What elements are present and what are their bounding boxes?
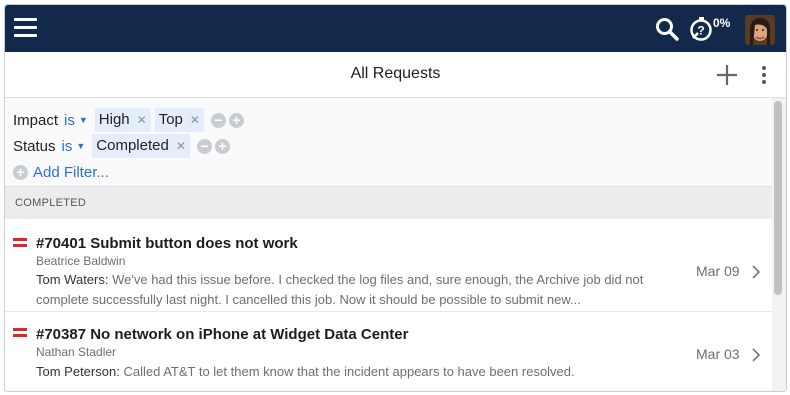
request-title: #70401 Submit button does not work — [36, 235, 298, 252]
top-navigation-bar: ? 0% — [5, 5, 786, 52]
message-author: Tom Waters: — [36, 272, 109, 287]
minus-circle-icon[interactable]: − — [196, 138, 212, 154]
filter-chip-label: Top — [158, 111, 183, 128]
list-item[interactable]: #70387 No network on iPhone at Widget Da… — [5, 312, 772, 391]
request-message: Tom Peterson: Called AT&T to let them kn… — [36, 362, 676, 382]
list-item[interactable]: #70401 Submit button does not work Beatr… — [5, 219, 772, 312]
filter-row-status: Status is ▼ Completed ✕ − + — [13, 134, 230, 158]
app-window: ? 0% All Requests Impact is ▼ High ✕ Top… — [4, 4, 787, 392]
filter-field: Impact — [13, 111, 59, 129]
request-date: Mar 03 — [696, 346, 740, 362]
request-list-panel: Impact is ▼ High ✕ Top ✕ − + Status is ▼ — [5, 98, 772, 391]
remove-icon[interactable]: ✕ — [176, 137, 186, 155]
priority-icon — [13, 238, 27, 248]
message-text: We've had this issue before. I checked t… — [36, 272, 644, 307]
request-message: Tom Waters: We've had this issue before.… — [36, 270, 676, 310]
page-header: All Requests — [5, 52, 786, 98]
timer-percent: 0% — [713, 16, 731, 30]
requester-name: Nathan Stadler — [36, 345, 117, 359]
caret-down-icon[interactable]: ▼ — [76, 141, 85, 151]
timer-icon[interactable]: ? — [689, 16, 715, 42]
filter-chip: Top ✕ — [154, 108, 204, 132]
request-title: #70387 No network on iPhone at Widget Da… — [36, 326, 409, 343]
filter-row-impact: Impact is ▼ High ✕ Top ✕ − + — [13, 108, 244, 132]
request-date: Mar 09 — [696, 263, 740, 279]
scrollbar-thumb[interactable] — [774, 101, 782, 295]
filter-chip: Completed ✕ — [92, 134, 190, 158]
filter-panel: Impact is ▼ High ✕ Top ✕ − + Status is ▼ — [5, 98, 772, 186]
filter-field: Status — [13, 137, 56, 155]
avatar[interactable] — [745, 15, 775, 45]
message-text: Called AT&T to let them know that the in… — [123, 364, 575, 379]
plus-icon[interactable] — [715, 63, 739, 87]
section-header: COMPLETED — [5, 186, 772, 220]
remove-icon[interactable]: ✕ — [190, 111, 200, 129]
priority-icon — [13, 328, 27, 338]
remove-icon[interactable]: ✕ — [137, 111, 147, 129]
kebab-icon[interactable] — [757, 64, 771, 86]
svg-text:?: ? — [697, 24, 704, 38]
filter-operator[interactable]: is — [64, 112, 75, 129]
search-icon[interactable] — [655, 17, 679, 41]
filter-chip-label: Completed — [96, 137, 169, 154]
section-label: COMPLETED — [15, 197, 87, 209]
chevron-right-icon — [752, 265, 761, 279]
chevron-right-icon — [752, 348, 761, 362]
filter-chip-label: High — [98, 111, 130, 128]
plus-circle-icon[interactable]: + — [13, 164, 28, 180]
filter-chip: High ✕ — [94, 108, 151, 132]
minus-circle-icon[interactable]: − — [210, 112, 226, 128]
add-filter-link[interactable]: Add Filter... — [33, 164, 109, 181]
add-filter-row[interactable]: + Add Filter... — [11, 161, 109, 183]
plus-circle-icon[interactable]: + — [228, 112, 244, 128]
message-author: Tom Peterson: — [36, 364, 120, 379]
hamburger-icon[interactable] — [14, 18, 37, 38]
plus-circle-icon[interactable]: + — [214, 138, 230, 154]
filter-operator[interactable]: is — [62, 138, 73, 155]
requester-name: Beatrice Baldwin — [36, 254, 126, 268]
caret-down-icon[interactable]: ▼ — [79, 115, 88, 125]
page-title: All Requests — [350, 65, 441, 82]
